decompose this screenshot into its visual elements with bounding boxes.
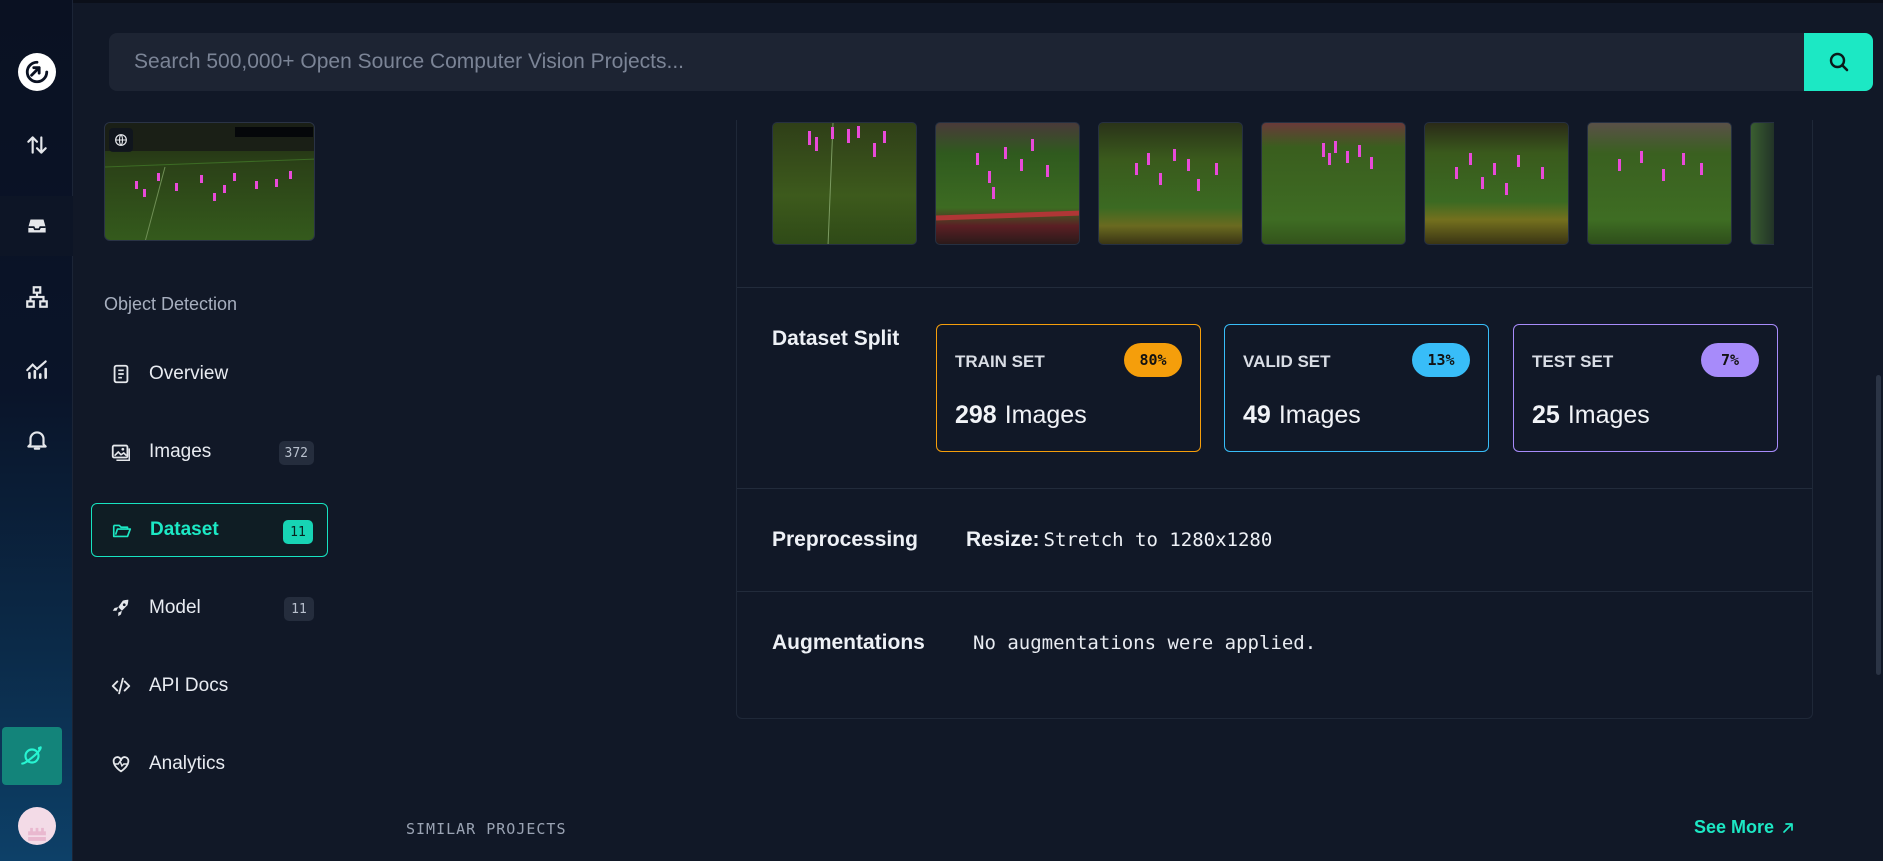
test-set-percent: 7% [1701,343,1759,377]
arrow-up-right-icon [1783,822,1793,833]
test-set-unit: Images [1567,401,1650,429]
nav-overview[interactable]: Overview [91,347,328,401]
avatar[interactable] [0,804,73,848]
divider [737,488,1812,489]
scrollbar[interactable] [1876,375,1881,675]
valid-set-percent: 13% [1412,343,1470,377]
nav-analytics[interactable]: Analytics [91,737,328,791]
train-set-unit: Images [1004,401,1087,429]
sample-image-7[interactable] [1750,122,1774,245]
chart-icon[interactable] [0,341,73,397]
valid-set-unit: Images [1278,401,1361,429]
nav-overview-label: Overview [149,363,229,384]
sample-image-5[interactable] [1424,122,1569,245]
nav-api-docs-label: API Docs [149,675,229,696]
preprocessing-value: Resize: Stretch to 1280x1280 [966,528,1272,552]
globe-icon [109,128,133,152]
sample-image-3-annotations [1135,149,1218,191]
sample-image-6[interactable] [1587,122,1732,245]
see-more-link[interactable]: See More [1694,817,1796,838]
nav-dataset-label: Dataset [150,519,219,540]
train-set-count: 298 Images [955,401,1087,430]
train-set-card[interactable]: TRAIN SET 80% 298 Images [936,324,1201,452]
icon-rail [0,0,73,861]
bell-icon[interactable] [0,412,73,468]
see-more-label: See More [1694,817,1775,837]
augmentations-value: No augmentations were applied. [973,632,1317,654]
valid-set-count: 49 Images [1243,401,1361,430]
search-bar [109,33,1873,91]
sample-image-2[interactable] [935,122,1080,245]
images-icon [108,439,134,465]
workflow-icon[interactable] [0,269,73,325]
nav-model-label: Model [149,597,201,618]
sample-images-strip [772,122,1774,245]
universe-icon[interactable] [2,727,62,785]
sample-image-5-annotations [1455,153,1544,195]
divider [737,287,1812,288]
code-icon [108,673,134,699]
project-type-label: Object Detection [104,294,238,314]
sample-image-1-annotations [808,123,886,244]
sample-image-2-annotations [936,139,1079,221]
search-input[interactable] [109,33,1804,91]
sample-image-1[interactable] [772,122,917,245]
nav-images-count: 372 [278,441,314,465]
top-border [0,0,1883,3]
divider [737,591,1812,592]
sample-image-4[interactable] [1261,122,1406,245]
sample-image-6-annotations [1618,151,1703,181]
nav-api-docs[interactable]: API Docs [91,659,328,713]
search-button[interactable] [1804,33,1873,91]
test-set-label: TEST SET [1532,352,1614,371]
folder-icon [109,517,135,543]
dataset-split-title: Dataset Split [772,327,900,350]
test-set-card[interactable]: TEST SET 7% 25 Images [1513,324,1778,452]
project-thumbnail[interactable] [104,122,315,241]
test-set-count: 25 Images [1532,401,1650,430]
search-icon [1829,52,1848,72]
stadium-image [105,123,314,240]
heart-pulse-icon [108,751,134,777]
valid-set-card[interactable]: VALID SET 13% 49 Images [1224,324,1489,452]
train-set-label: TRAIN SET [955,352,1045,371]
logo[interactable] [0,44,73,100]
inbox-icon[interactable] [0,196,73,256]
preprocessing-title: Preprocessing [772,528,918,551]
nav-model[interactable]: Model 11 [91,581,328,635]
augmentations-title: Augmentations [772,631,925,654]
nav-model-count: 11 [284,597,314,621]
preprocessing-setting: Stretch to 1280x1280 [1043,529,1273,551]
valid-set-label: VALID SET [1243,352,1331,371]
nav-dataset-count: 11 [283,520,313,544]
upload-download-icon[interactable] [0,117,73,173]
rocket-icon [108,595,134,621]
avatar-image [17,807,56,845]
test-set-number: 25 [1532,401,1560,429]
nav-analytics-label: Analytics [149,753,226,774]
book-icon [108,361,134,387]
nav-images-label: Images [149,441,212,462]
preprocessing-key: Resize: [966,528,1040,551]
nav-dataset[interactable]: Dataset 11 [91,503,328,557]
sample-image-3[interactable] [1098,122,1243,245]
train-set-percent: 80% [1124,343,1182,377]
valid-set-number: 49 [1243,401,1271,429]
train-set-number: 298 [955,401,997,429]
similar-projects-heading: SIMILAR PROJECTS [406,820,567,838]
nav-images[interactable]: Images 372 [91,425,328,479]
sample-image-4-annotations [1322,141,1373,169]
logo-icon [17,53,56,91]
